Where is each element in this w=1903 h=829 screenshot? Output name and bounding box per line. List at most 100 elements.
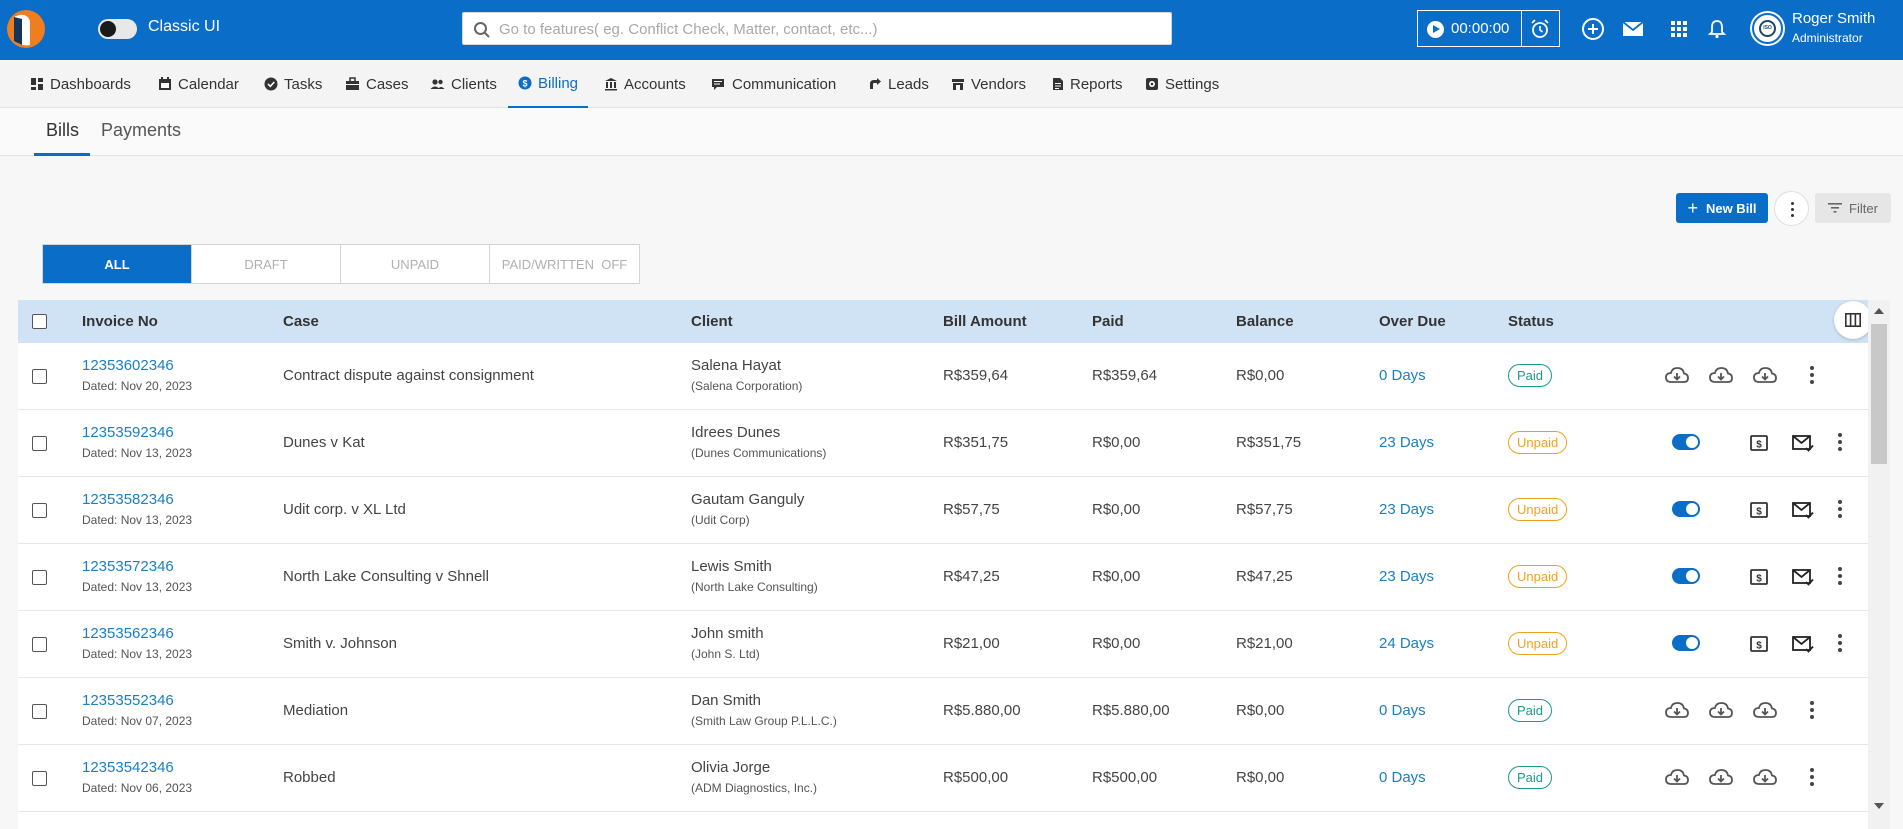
row-menu-icon[interactable] <box>1809 767 1815 787</box>
mail-icon[interactable] <box>1620 16 1646 42</box>
mail-check-icon[interactable] <box>1790 498 1816 522</box>
cloud-download-icon[interactable] <box>1664 364 1690 388</box>
cloud-download-icon[interactable] <box>1752 699 1778 723</box>
alarm-icon[interactable] <box>1529 18 1551 40</box>
reminder-toggle[interactable] <box>1672 434 1700 450</box>
nav-dashboards[interactable]: Dashboards <box>30 60 131 108</box>
invoice-link[interactable]: 12353542346 <box>82 759 174 776</box>
record-payment-icon[interactable]: $ <box>1746 431 1772 455</box>
col-paid[interactable]: Paid <box>1092 313 1124 330</box>
reminder-toggle[interactable] <box>1672 568 1700 584</box>
col-status[interactable]: Status <box>1508 313 1554 330</box>
overdue-days: 23 Days <box>1379 434 1435 451</box>
tab-bills[interactable]: Bills <box>46 120 79 141</box>
row-menu-icon[interactable] <box>1809 700 1815 720</box>
bill-amount: R$359,64 <box>943 367 1009 384</box>
table-row: 12353592346 Dated: Nov 13, 2023 Dunes v … <box>18 410 1890 477</box>
row-menu-icon[interactable] <box>1837 499 1843 519</box>
timer-display: 00:00:00 <box>1451 20 1510 37</box>
col-balance[interactable]: Balance <box>1236 313 1294 330</box>
row-menu-icon[interactable] <box>1809 365 1815 385</box>
nav-clients[interactable]: Clients <box>430 60 497 108</box>
invoice-link[interactable]: 12353562346 <box>82 625 174 642</box>
scroll-down-arrow-icon[interactable] <box>1874 803 1884 809</box>
nav-billing[interactable]: $ Billing <box>508 60 589 108</box>
scrollbar-thumb[interactable] <box>1871 324 1887 464</box>
store-icon <box>952 79 964 90</box>
more-options-button[interactable] <box>1774 191 1809 226</box>
invoice-link[interactable]: 12353592346 <box>82 424 174 441</box>
add-circle-icon[interactable] <box>1580 16 1606 42</box>
cloud-download-icon[interactable] <box>1752 766 1778 790</box>
nav-settings[interactable]: Settings <box>1145 60 1219 108</box>
segment-paid-written-off[interactable]: PAID/WRITTEN OFF <box>490 245 639 283</box>
nav-cases[interactable]: Cases <box>345 60 409 108</box>
nav-tasks[interactable]: Tasks <box>264 60 322 108</box>
nav-communication[interactable]: Communication <box>711 60 836 108</box>
nav-vendors[interactable]: Vendors <box>951 60 1026 108</box>
row-checkbox[interactable] <box>32 436 47 451</box>
filter-button[interactable]: Filter <box>1815 193 1891 223</box>
segment-draft[interactable]: DRAFT <box>192 245 341 283</box>
row-menu-icon[interactable] <box>1837 566 1843 586</box>
cloud-download-icon[interactable] <box>1708 364 1734 388</box>
row-checkbox[interactable] <box>32 637 47 652</box>
nav-leads[interactable]: Leads <box>868 60 929 108</box>
cloud-download-icon[interactable] <box>1708 766 1734 790</box>
col-invoice-no[interactable]: Invoice No <box>82 313 158 330</box>
table-header: Invoice No Case Client Bill Amount Paid … <box>18 300 1890 343</box>
col-case[interactable]: Case <box>283 313 319 330</box>
table-row: 12353602346 Dated: Nov 20, 2023 Contract… <box>18 343 1890 410</box>
nav-reports[interactable]: Reports <box>1052 60 1123 108</box>
reminder-toggle[interactable] <box>1672 501 1700 517</box>
reminder-toggle[interactable] <box>1672 635 1700 651</box>
play-icon[interactable] <box>1427 21 1444 38</box>
user-name[interactable]: Roger Smith <box>1792 10 1875 27</box>
mail-check-icon[interactable] <box>1790 632 1816 656</box>
invoice-link[interactable]: 12353602346 <box>82 357 174 374</box>
app-logo[interactable] <box>6 9 46 49</box>
classic-ui-toggle[interactable] <box>98 19 137 39</box>
cloud-download-icon[interactable] <box>1752 364 1778 388</box>
col-client[interactable]: Client <box>691 313 733 330</box>
dot <box>1791 214 1794 217</box>
apps-grid-icon[interactable] <box>1666 16 1692 42</box>
segment-all[interactable]: ALL <box>43 245 192 283</box>
invoice-date: Dated: Nov 07, 2023 <box>82 714 193 728</box>
invoice-link[interactable]: 12353552346 <box>82 692 174 709</box>
scroll-up-arrow-icon[interactable] <box>1874 308 1884 314</box>
dashboard-icon <box>31 78 43 90</box>
row-checkbox[interactable] <box>32 369 47 384</box>
mail-check-icon[interactable] <box>1790 565 1816 589</box>
col-bill-amount[interactable]: Bill Amount <box>943 313 1027 330</box>
tab-payments[interactable]: Payments <box>101 120 181 141</box>
column-settings-button[interactable] <box>1834 301 1872 339</box>
row-checkbox[interactable] <box>32 503 47 518</box>
cloud-download-icon[interactable] <box>1708 699 1734 723</box>
cloud-download-icon[interactable] <box>1664 699 1690 723</box>
cloud-download-icon[interactable] <box>1664 766 1690 790</box>
mail-check-icon[interactable] <box>1790 431 1816 455</box>
search-input[interactable] <box>499 16 1159 42</box>
row-checkbox[interactable] <box>32 704 47 719</box>
balance-amount: R$21,00 <box>1236 635 1293 652</box>
record-payment-icon[interactable]: $ <box>1746 565 1772 589</box>
row-checkbox[interactable] <box>32 771 47 786</box>
row-menu-icon[interactable] <box>1837 633 1843 653</box>
segment-unpaid[interactable]: UNPAID <box>341 245 490 283</box>
nav-calendar[interactable]: Calendar <box>158 60 239 108</box>
bell-icon[interactable] <box>1704 16 1730 42</box>
record-payment-icon[interactable]: $ <box>1746 498 1772 522</box>
invoice-link[interactable]: 12353582346 <box>82 491 174 508</box>
feature-search[interactable] <box>462 12 1172 45</box>
col-over-due[interactable]: Over Due <box>1379 313 1446 330</box>
row-menu-icon[interactable] <box>1837 432 1843 452</box>
row-checkbox[interactable] <box>32 570 47 585</box>
record-payment-icon[interactable]: $ <box>1746 632 1772 656</box>
user-avatar[interactable]: ISO <box>1752 13 1783 44</box>
nav-accounts[interactable]: Accounts <box>604 60 686 108</box>
table-scrollbar[interactable] <box>1868 300 1890 829</box>
invoice-link[interactable]: 12353572346 <box>82 558 174 575</box>
select-all-checkbox[interactable] <box>32 314 47 329</box>
new-bill-button[interactable]: + New Bill <box>1676 193 1768 223</box>
